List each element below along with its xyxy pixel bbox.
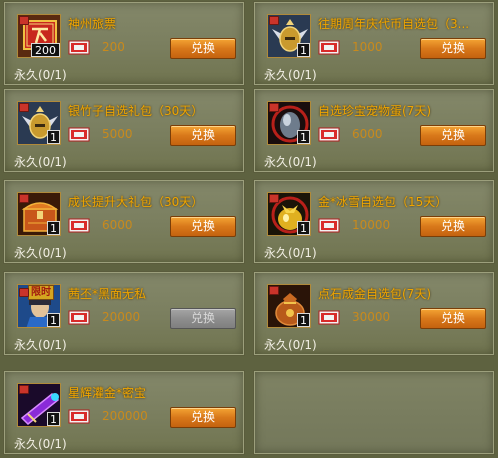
item-name: 神州旅票 [68, 17, 117, 31]
empty-item-slot [253, 370, 495, 455]
item-quantity: 200 [31, 43, 60, 57]
item-limit-status: 永久(0/1) [264, 338, 317, 352]
item-limit-status: 永久(0/1) [14, 246, 67, 260]
item-price: 30000 [352, 310, 391, 324]
lock-icon [269, 103, 279, 112]
lock-icon [19, 103, 29, 112]
lock-icon [269, 286, 279, 295]
shop-item-card: 1 金*冰雪自选包（15天） 10000 兑换 永久(0/1) [253, 179, 495, 264]
item-name: 茜丕*黑面无私 [68, 287, 147, 301]
ticket-icon[interactable]: 200 [17, 14, 61, 58]
item-quantity: 1 [297, 221, 310, 235]
treasure-chest-icon[interactable]: 1 [17, 192, 61, 236]
lock-icon [269, 194, 279, 203]
coupon-icon [68, 127, 90, 142]
exchange-button[interactable]: 兑换 [420, 308, 486, 329]
item-limit-status: 永久(0/1) [14, 338, 67, 352]
coupon-icon [318, 310, 340, 325]
exchange-button-disabled[interactable]: 兑换 [170, 308, 236, 329]
item-price: 6000 [102, 218, 133, 232]
lock-icon [19, 288, 29, 297]
item-name: 点石成金自选包(7天) [318, 287, 431, 301]
shop-item-card: 1 银竹子自选礼包（30天） 5000 兑换 永久(0/1) [3, 88, 245, 173]
lock-icon [269, 16, 279, 25]
item-quantity: 1 [47, 221, 60, 235]
item-name: 往期周年庆代币自选包（3... [318, 17, 470, 31]
shop-item-card: 200 神州旅票 200 兑换 永久(0/1) [3, 1, 245, 86]
winged-helmet-icon[interactable]: 1 [267, 14, 311, 58]
coupon-icon [68, 310, 90, 325]
winged-helmet-icon[interactable]: 1 [17, 101, 61, 145]
item-name: 星辉灌金*密宝 [68, 386, 147, 400]
item-limit-status: 永久(0/1) [264, 246, 317, 260]
money-pouch-icon[interactable]: 1 [267, 284, 311, 328]
coupon-icon [318, 127, 340, 142]
item-price: 200000 [102, 409, 148, 423]
exchange-button[interactable]: 兑换 [170, 407, 236, 428]
shop-item-card: 1 星辉灌金*密宝 200000 兑换 永久(0/1) [3, 370, 245, 455]
item-quantity: 1 [47, 313, 60, 327]
exchange-button[interactable]: 兑换 [420, 216, 486, 237]
exchange-shop-grid: 200 神州旅票 200 兑换 永久(0/1) 1 往期周年庆代币自选包（3..… [0, 0, 498, 458]
item-name: 自选珍宝宠物蛋(7天) [318, 104, 431, 118]
limited-time-badge: 限时 [28, 285, 54, 300]
purple-cannon-icon[interactable]: 1 [17, 383, 61, 427]
item-limit-status: 永久(0/1) [14, 155, 67, 169]
lock-icon [19, 194, 29, 203]
character-portrait-icon[interactable]: 限时 1 [17, 284, 61, 328]
exchange-button[interactable]: 兑换 [170, 216, 236, 237]
item-quantity: 1 [47, 412, 60, 426]
item-price: 200 [102, 40, 125, 54]
shop-item-card: 1 自选珍宝宠物蛋(7天) 6000 兑换 永久(0/1) [253, 88, 495, 173]
coupon-icon [318, 40, 340, 55]
shop-item-card: 限时 1 茜丕*黑面无私 20000 兑换 永久(0/1) [3, 271, 245, 356]
coupon-icon [68, 40, 90, 55]
shop-item-card: 1 成长提升大礼包（30天） 6000 兑换 永久(0/1) [3, 179, 245, 264]
item-name: 银竹子自选礼包（30天） [68, 104, 204, 118]
exchange-button[interactable]: 兑换 [170, 125, 236, 146]
item-limit-status: 永久(0/1) [264, 68, 317, 82]
item-quantity: 1 [297, 130, 310, 144]
item-limit-status: 永久(0/1) [14, 68, 67, 82]
exchange-button[interactable]: 兑换 [420, 38, 486, 59]
exchange-button[interactable]: 兑换 [420, 125, 486, 146]
item-price: 6000 [352, 127, 383, 141]
item-quantity: 1 [297, 43, 310, 57]
coupon-icon [318, 218, 340, 233]
item-quantity: 1 [297, 313, 310, 327]
item-name: 金*冰雪自选包（15天） [318, 195, 448, 209]
item-price: 10000 [352, 218, 391, 232]
item-price: 1000 [352, 40, 383, 54]
lock-icon [19, 385, 29, 394]
gold-bag-icon[interactable]: 1 [267, 192, 311, 236]
item-limit-status: 永久(0/1) [264, 155, 317, 169]
item-price: 20000 [102, 310, 141, 324]
item-quantity: 1 [47, 130, 60, 144]
coupon-icon [68, 409, 90, 424]
lock-icon [19, 16, 29, 25]
item-name: 成长提升大礼包（30天） [68, 195, 204, 209]
shop-item-card: 1 点石成金自选包(7天) 30000 兑换 永久(0/1) [253, 271, 495, 356]
item-limit-status: 永久(0/1) [14, 437, 67, 451]
coupon-icon [68, 218, 90, 233]
shop-item-card: 1 往期周年庆代币自选包（3... 1000 兑换 永久(0/1) [253, 1, 495, 86]
item-price: 5000 [102, 127, 133, 141]
exchange-button[interactable]: 兑换 [170, 38, 236, 59]
pet-egg-icon[interactable]: 1 [267, 101, 311, 145]
